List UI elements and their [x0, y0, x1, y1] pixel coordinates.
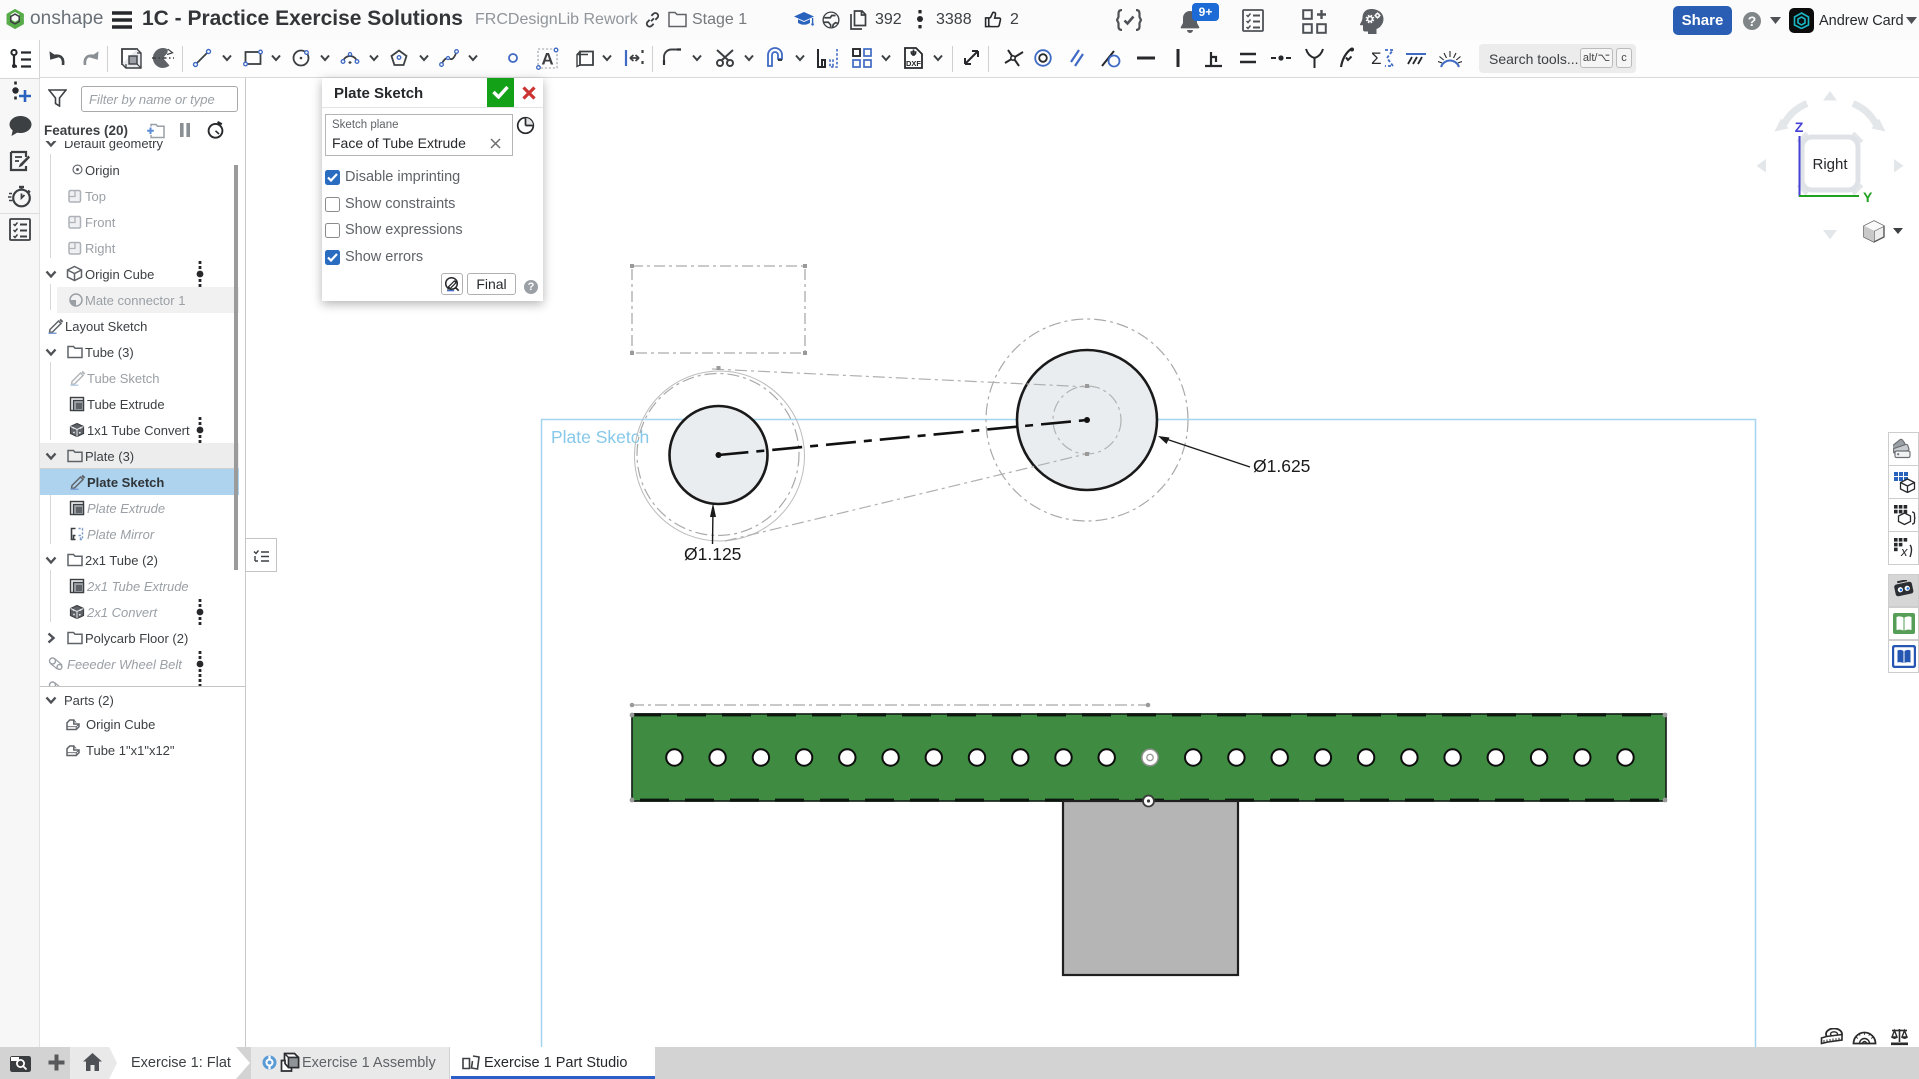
svg-text:DXF: DXF — [906, 59, 921, 68]
svg-text:Y: Y — [1863, 189, 1873, 205]
svg-text:A: A — [541, 50, 553, 69]
svg-text:Ø1.125: Ø1.125 — [684, 544, 741, 564]
svg-text:Σ: Σ — [1371, 49, 1382, 68]
svg-text:x: x — [1900, 544, 1908, 559]
svg-text:Ø1.625: Ø1.625 — [1253, 456, 1310, 476]
svg-text:Right: Right — [1812, 156, 1848, 173]
svg-text:Plate Sketch: Plate Sketch — [551, 427, 649, 447]
svg-text:Z: Z — [1795, 119, 1804, 135]
